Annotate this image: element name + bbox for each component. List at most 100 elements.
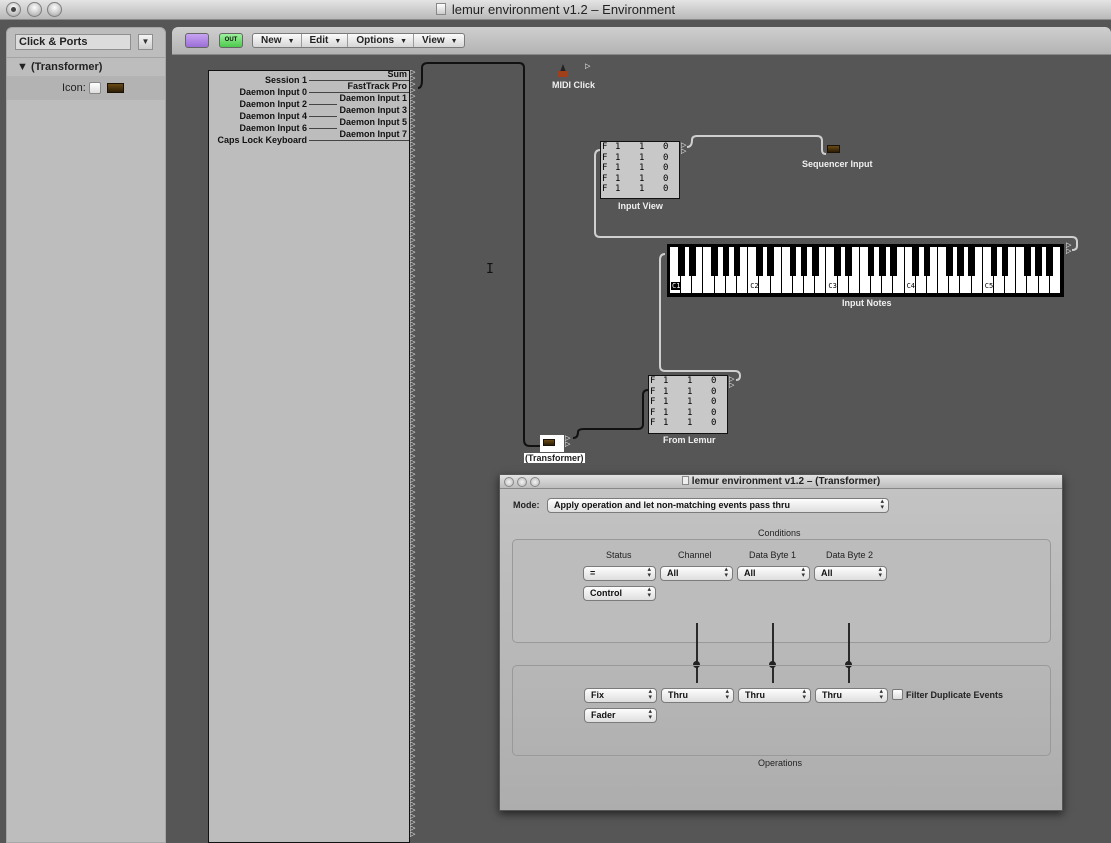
black-key[interactable] [1046,247,1054,276]
black-key[interactable] [923,247,931,276]
metronome-icon[interactable] [558,64,568,78]
status-operation-popup[interactable]: Fix ▴ ▾ [584,688,657,703]
monitor-cell: F [650,418,656,429]
transformer-label[interactable]: (Transformer) [524,453,585,463]
monitor-cell: 1 [687,386,693,397]
input-notes-keyboard[interactable]: C1 C2 C3 C4 C5 [667,244,1064,297]
sequencer-input-icon[interactable] [827,145,840,153]
monitor-cell: 0 [663,163,669,174]
outlet-arrow-icon[interactable]: ▷ ▷ [729,376,734,389]
black-key[interactable] [767,247,774,276]
keyboard-keys[interactable]: C1 C2 C3 C4 C5 [670,247,1061,293]
channel-condition-popup[interactable]: All ▴ ▾ [660,566,733,581]
monitor-cell: F [602,142,608,152]
filter-duplicates-checkbox[interactable] [892,689,903,700]
updown-arrows-icon: ▴ ▾ [801,566,805,579]
midi-click-label: MIDI Click [552,80,596,90]
black-key[interactable] [834,247,841,276]
input-notes-label: Input Notes [842,298,892,308]
black-key[interactable] [912,247,920,276]
status-condition-popup[interactable]: = ▴ ▾ [583,566,656,581]
octave-label: C1 [671,282,682,290]
octave-label: C2 [750,282,759,290]
data-byte-1-operation-popup[interactable]: Thru ▴ ▾ [738,688,811,703]
status-operation-type-popup[interactable]: Fader ▴ ▾ [584,708,657,723]
popup-value: Fader [591,710,616,720]
conditions-title: Conditions [758,528,801,538]
text-cursor-icon: I [486,262,494,277]
minimize-button[interactable] [517,477,527,487]
monitor-cell: F [602,173,608,184]
transformer-icon [543,439,555,446]
outlet-arrow-icon[interactable]: ▷ ▷ [565,435,571,448]
outlet-arrow-icon[interactable]: ▷ [585,63,590,70]
monitor-cell: 1 [663,376,669,386]
monitor-cell: 0 [711,376,717,386]
monitor-cell: 0 [711,418,717,429]
monitor-cell: 1 [615,184,621,195]
black-key[interactable] [800,247,808,276]
monitor-cell: 1 [687,407,693,418]
monitor-cell: F [650,376,656,386]
data-byte-1-condition-popup[interactable]: All ▴ ▾ [737,566,810,581]
input-view-label: Input View [618,201,663,211]
black-key[interactable] [990,247,998,276]
popup-value: Thru [668,690,688,700]
cable-transformer-to-from-lemur[interactable] [572,389,649,439]
monitor-event-row: F110 [601,174,679,185]
black-key[interactable] [756,247,763,276]
black-key[interactable] [1035,247,1042,276]
black-key[interactable] [968,247,975,276]
monitor-cell: 1 [663,386,669,397]
zoom-button[interactable] [530,477,540,487]
transformer-object[interactable] [540,435,564,452]
black-key[interactable] [945,247,953,276]
monitor-cell: 0 [711,397,717,408]
black-key[interactable] [811,247,819,276]
black-key[interactable] [688,247,696,276]
black-key[interactable] [789,247,797,276]
monitor-cell: F [650,397,656,408]
updown-arrows-icon: ▴ ▾ [802,688,806,701]
monitor-event-row: F110 [601,163,679,174]
sequencer-input-label: Sequencer Input [802,159,873,169]
monitor-cell: F [650,407,656,418]
popup-value: Control [590,588,622,598]
black-key[interactable] [957,247,964,276]
outlet-arrow-icon[interactable]: ▷ ▷ [1066,242,1071,255]
black-key[interactable] [1024,247,1031,276]
monitor-cell: 0 [663,152,669,163]
black-key[interactable] [677,247,685,276]
octave-label: C3 [828,282,837,290]
black-key[interactable] [711,247,719,276]
black-key[interactable] [867,247,875,276]
monitor-event-row: F110 [649,408,727,419]
mode-popup[interactable]: Apply operation and let non-matching eve… [547,498,889,513]
popup-value: All [667,568,679,578]
updown-arrows-icon: ▴ ▾ [880,498,884,511]
popup-value: Thru [822,690,842,700]
black-key[interactable] [733,247,741,276]
updown-arrows-icon: ▴ ▾ [647,566,651,579]
data-byte-2-operation-popup[interactable]: Thru ▴ ▾ [815,688,888,703]
black-key[interactable] [722,247,730,276]
input-view-monitor[interactable]: F110F110F110F110F110 [600,141,680,199]
channel-operation-popup[interactable]: Thru ▴ ▾ [661,688,734,703]
status-type-popup[interactable]: Control ▴ ▾ [583,586,656,601]
close-button[interactable] [504,477,514,487]
from-lemur-monitor[interactable]: F110F110F110F110F110 [648,375,728,434]
black-key[interactable] [878,247,886,276]
cable-input-view-to-sequencer[interactable] [686,135,827,155]
monitor-cell: 1 [687,418,693,429]
data-byte-2-condition-popup[interactable]: All ▴ ▾ [814,566,887,581]
monitor-cell: 1 [615,163,621,174]
transformer-title: lemur environment v1.2 – (Transformer) [691,476,881,487]
monitor-cell: F [650,386,656,397]
outlet-arrow-icon[interactable]: ▷ ▷ [681,142,686,155]
updown-arrows-icon: ▴ ▾ [878,566,882,579]
cable-sum-to-transformer[interactable] [417,62,540,447]
black-key[interactable] [890,247,897,276]
black-key[interactable] [1001,247,1009,276]
condition-header-data-byte-2: Data Byte 2 [826,550,874,560]
black-key[interactable] [845,247,853,276]
